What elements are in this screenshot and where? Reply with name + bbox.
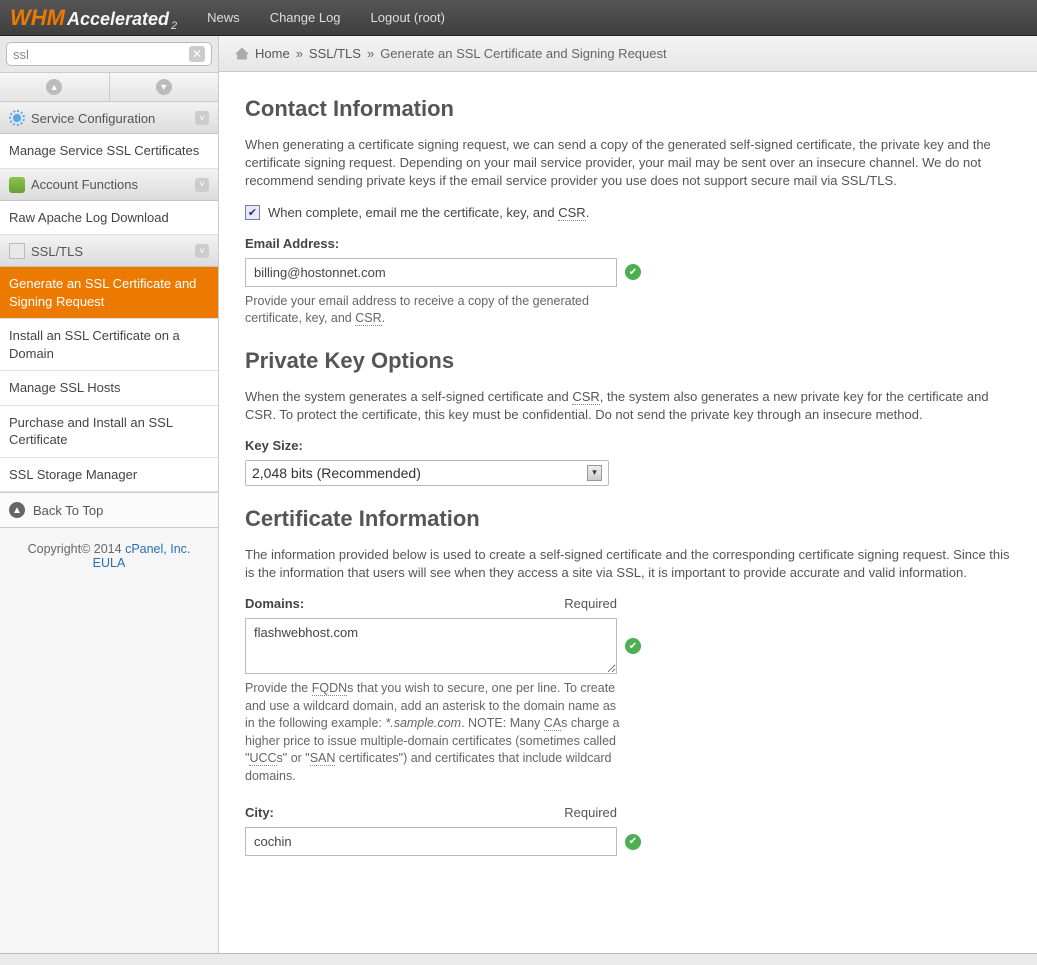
email-input[interactable] (245, 258, 617, 287)
valid-icon: ✔ (625, 638, 641, 654)
logo-whm: WHM (10, 5, 65, 31)
sidebar-item-manage-service-ssl[interactable]: Manage Service SSL Certificates (0, 134, 218, 169)
content: Home » SSL/TLS » Generate an SSL Certifi… (219, 36, 1037, 953)
breadcrumb-current: Generate an SSL Certificate and Signing … (380, 46, 666, 61)
city-field-block: City: Required ✔ (245, 805, 1011, 856)
section-label: SSL/TLS (31, 244, 83, 259)
cpanel-link[interactable]: cPanel, Inc. (125, 542, 190, 556)
csr-abbr: CSR (355, 311, 381, 326)
breadcrumb-ssl[interactable]: SSL/TLS (309, 46, 361, 61)
clear-search-icon[interactable]: ✕ (189, 46, 205, 62)
csr-abbr: CSR (572, 389, 599, 405)
section-label: Account Functions (31, 177, 138, 192)
search-wrap: ✕ (0, 36, 218, 73)
city-label: City: (245, 805, 274, 820)
nav-down-button[interactable]: ▼ (110, 73, 219, 101)
nav-news[interactable]: News (207, 10, 240, 25)
nav-arrows: ▲ ▼ (0, 73, 218, 102)
user-icon (9, 177, 25, 193)
dropdown-icon: ▾ (587, 465, 602, 481)
keysize-value: 2,048 bits (Recommended) (252, 465, 421, 481)
logo: WHM Accelerated 2 (10, 5, 177, 31)
nav-changelog[interactable]: Change Log (270, 10, 341, 25)
email-field-block: Email Address: ✔ Provide your email addr… (245, 236, 1011, 328)
section-account-functions[interactable]: Account Functions ˅ (0, 169, 218, 201)
keysize-label: Key Size: (245, 438, 1011, 453)
breadcrumb-sep: » (296, 46, 303, 61)
keysize-select[interactable]: 2,048 bits (Recommended) ▾ (245, 460, 609, 486)
back-to-top[interactable]: ▲ Back To Top (0, 492, 218, 528)
sample-domain: *.sample.com (385, 716, 461, 730)
cert-info-text: The information provided below is used t… (245, 546, 1011, 582)
domains-field-block: Domains: Required ✔ Provide the FQDNs th… (245, 596, 1011, 785)
section-ssl-tls[interactable]: SSL/TLS ˅ (0, 235, 218, 267)
nav-logout[interactable]: Logout (root) (371, 10, 445, 25)
section-label: Service Configuration (31, 111, 155, 126)
email-label: Email Address: (245, 236, 1011, 251)
email-checkbox-label: When complete, email me the certificate,… (268, 205, 589, 220)
keysize-field-block: Key Size: 2,048 bits (Recommended) ▾ (245, 438, 1011, 486)
private-key-heading: Private Key Options (245, 348, 1011, 374)
section-service-config[interactable]: Service Configuration ˅ (0, 102, 218, 134)
required-label: Required (564, 805, 617, 820)
cert-info-heading: Certificate Information (245, 506, 1011, 532)
valid-icon: ✔ (625, 834, 641, 850)
breadcrumb-sep: » (367, 46, 374, 61)
logo-accelerated: Accelerated (67, 9, 169, 30)
copyright-text: Copyright© 2014 (28, 542, 125, 556)
search-box: ✕ (6, 42, 212, 66)
search-input[interactable] (13, 47, 189, 62)
email-checkbox-row: ✔ When complete, email me the certificat… (245, 205, 1011, 220)
city-input[interactable] (245, 827, 617, 856)
sidebar-item-purchase-install[interactable]: Purchase and Install an SSL Certificate (0, 406, 218, 458)
domains-label: Domains: (245, 596, 304, 611)
required-label: Required (564, 596, 617, 611)
chevron-down-icon: ˅ (195, 244, 209, 258)
sidebar-item-raw-apache[interactable]: Raw Apache Log Download (0, 201, 218, 236)
main-body: Contact Information When generating a ce… (219, 72, 1037, 876)
chevron-down-icon: ˅ (195, 178, 209, 192)
email-checkbox[interactable]: ✔ (245, 205, 260, 220)
contact-info-text: When generating a certificate signing re… (245, 136, 1011, 191)
sidebar: ✕ ▲ ▼ Service Configuration ˅ Manage Ser… (0, 36, 219, 953)
sidebar-item-generate-csr[interactable]: Generate an SSL Certificate and Signing … (0, 267, 218, 319)
arrow-up-icon: ▲ (9, 502, 25, 518)
ucc-abbr: UCC (249, 751, 276, 766)
top-bar: WHM Accelerated 2 News Change Log Logout… (0, 0, 1037, 36)
sidebar-item-manage-hosts[interactable]: Manage SSL Hosts (0, 371, 218, 406)
ca-abbr: CA (544, 716, 561, 731)
contact-info-heading: Contact Information (245, 96, 1011, 122)
eula-link[interactable]: EULA (93, 556, 126, 570)
back-to-top-label: Back To Top (33, 503, 103, 518)
valid-icon: ✔ (625, 264, 641, 280)
private-key-text: When the system generates a self-signed … (245, 388, 1011, 424)
chevron-down-icon: ˅ (195, 111, 209, 125)
csr-abbr: CSR (558, 205, 585, 221)
sidebar-item-install-ssl[interactable]: Install an SSL Certificate on a Domain (0, 319, 218, 371)
email-hint: Provide your email address to receive a … (245, 293, 620, 328)
fqdn-abbr: FQDN (312, 681, 347, 696)
home-icon (235, 48, 249, 60)
san-abbr: SAN (310, 751, 336, 766)
gear-icon (9, 110, 25, 126)
sidebar-item-storage-manager[interactable]: SSL Storage Manager (0, 458, 218, 493)
domains-textarea[interactable] (245, 618, 617, 674)
sidebar-footer: Copyright© 2014 cPanel, Inc. EULA (0, 528, 218, 584)
nav-up-button[interactable]: ▲ (0, 73, 110, 101)
logo-sub: 2 (171, 20, 177, 32)
domains-hint: Provide the FQDNs that you wish to secur… (245, 680, 620, 785)
breadcrumb: Home » SSL/TLS » Generate an SSL Certifi… (219, 36, 1037, 72)
breadcrumb-home[interactable]: Home (255, 46, 290, 61)
horizontal-scrollbar[interactable] (0, 953, 1037, 965)
doc-icon (9, 243, 25, 259)
